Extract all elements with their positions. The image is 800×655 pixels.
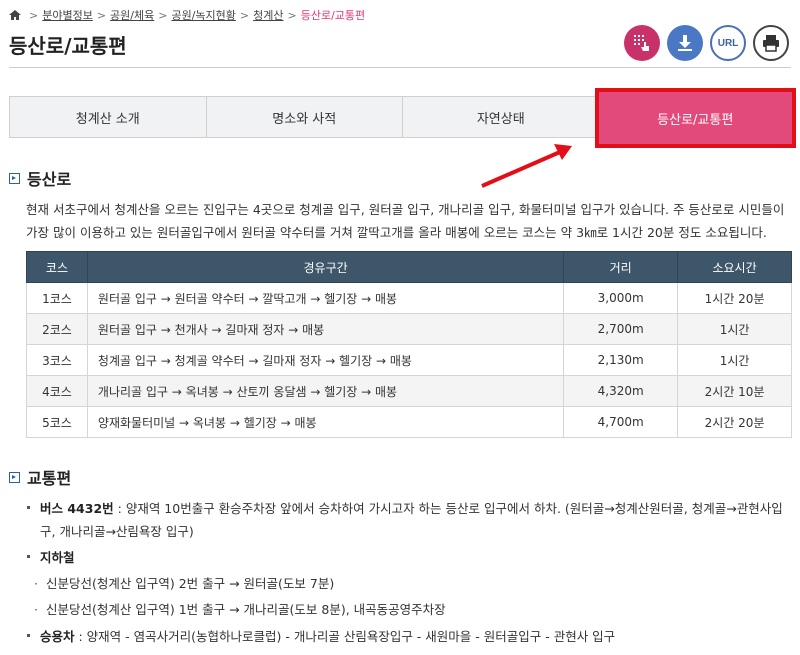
transit-list: 버스 4432번 : 양재역 10번출구 환승주차장 앞에서 승차하여 가시고자… (26, 497, 792, 648)
course-name: 2코스 (26, 313, 88, 345)
course-route: 개나리골 입구 → 옥녀봉 → 산토끼 옹달샘 → 헬기장 → 매봉 (86, 375, 565, 407)
breadcrumb-item[interactable]: 분야별정보 (42, 7, 93, 23)
transit-heading-text: 교통편 (27, 469, 72, 488)
course-route: 원터골 입구 → 천개사 → 길마재 정자 → 매봉 (86, 313, 565, 345)
trail-intro: 현재 서초구에서 청계산을 오르는 진입구는 4곳으로 청계골 입구, 원터골 … (26, 202, 785, 240)
trail-heading: 등산로 (9, 166, 71, 190)
course-duration: 1시간 20분 (677, 282, 792, 314)
car-label: 승용차 (40, 629, 75, 644)
course-route: 양재화물터미널 → 옥녀봉 → 헬기장 → 매봉 (86, 406, 565, 438)
red-arrow-annotation (481, 144, 572, 188)
subway-item: 지하철 (26, 546, 792, 569)
title-divider (9, 67, 791, 68)
trail-heading-text: 등산로 (27, 170, 72, 189)
course-duration: 1시간 (677, 344, 792, 376)
home-icon[interactable] (9, 10, 21, 20)
download-icon (678, 35, 692, 51)
course-duration: 2시간 20분 (677, 406, 792, 438)
print-button[interactable] (753, 25, 789, 61)
subway-route: 신분당선(청계산 입구역) 1번 출구 → 개나리골(도보 8분), 내곡동공영… (26, 597, 792, 623)
breadcrumb-item[interactable]: 공원/체육 (110, 7, 154, 23)
qr-code-button[interactable] (624, 25, 660, 61)
table-row: 4코스 개나리골 입구 → 옥녀봉 → 산토끼 옹달샘 → 헬기장 → 매봉 4… (26, 375, 792, 407)
breadcrumb: > 분야별정보 > 공원/체육 > 공원/녹지현황 > 청계산 > 등산로/교통… (9, 7, 365, 23)
course-name: 3코스 (26, 344, 88, 376)
qr-touch-icon (634, 35, 649, 51)
url-label: URL (717, 37, 739, 49)
url-copy-button[interactable]: URL (710, 25, 746, 61)
page-title: 등산로/교통편 (9, 34, 127, 58)
course-duration: 1시간 (677, 313, 792, 345)
tab-landmarks[interactable]: 명소와 사적 (207, 97, 403, 137)
course-table: 코스 경유구간 거리 소요시간 1코스 원터골 입구 → 원터골 약수터 → 깔… (26, 251, 792, 438)
breadcrumb-separator: > (96, 8, 107, 22)
tab-nature[interactable]: 자연상태 (403, 97, 600, 137)
course-distance: 3,000m (563, 282, 679, 314)
column-header: 소요시간 (677, 251, 792, 283)
course-name: 5코스 (26, 406, 88, 438)
course-route: 청계골 입구 → 청계골 약수터 → 길마재 정자 → 헬기장 → 매봉 (86, 344, 565, 376)
column-header: 거리 (563, 251, 679, 283)
subway-route: 신분당선(청계산 입구역) 2번 출구 → 원터골(도보 7분) (26, 571, 792, 597)
course-distance: 4,320m (563, 375, 679, 407)
subway-label: 지하철 (40, 550, 75, 565)
column-header: 코스 (26, 251, 88, 283)
car-text: : 양재역 - 염곡사거리(농협하나로클럽) - 개나리골 산림욕장입구 - 새… (74, 629, 616, 644)
car-item: 승용차 : 양재역 - 염곡사거리(농협하나로클럽) - 개나리골 산림욕장입구… (26, 625, 792, 648)
table-row: 5코스 양재화물터미널 → 옥녀봉 → 헬기장 → 매봉 4,700m 2시간 … (26, 406, 792, 438)
tab-intro[interactable]: 청계산 소개 (10, 97, 207, 137)
printer-icon (763, 35, 779, 52)
table-row: 1코스 원터골 입구 → 원터골 약수터 → 깔딱고개 → 헬기장 → 매봉 3… (26, 282, 792, 314)
transit-heading: 교통편 (9, 465, 71, 489)
course-name: 4코스 (26, 375, 88, 407)
column-header: 경유구간 (86, 251, 565, 283)
section-bullet-icon (9, 172, 20, 184)
course-distance: 2,130m (563, 344, 679, 376)
course-distance: 4,700m (563, 406, 679, 438)
breadcrumb-separator: > (158, 8, 168, 22)
breadcrumb-separator: > (287, 8, 297, 22)
toolbar: URL (624, 25, 789, 61)
bus-label: 버스 4432번 (40, 501, 114, 516)
breadcrumb-item[interactable]: 청계산 (253, 7, 283, 23)
table-header-row: 코스 경유구간 거리 소요시간 (26, 251, 792, 283)
breadcrumb-current: 등산로/교통편 (300, 9, 366, 22)
course-route: 원터골 입구 → 원터골 약수터 → 깔딱고개 → 헬기장 → 매봉 (86, 282, 565, 314)
breadcrumb-separator: > (29, 8, 39, 22)
download-button[interactable] (667, 25, 703, 61)
course-name: 1코스 (26, 282, 88, 314)
breadcrumb-item[interactable]: 공원/녹지현황 (171, 7, 235, 23)
tab-trails-transport[interactable]: 등산로/교통편 (594, 88, 796, 148)
course-duration: 2시간 10분 (677, 375, 792, 407)
course-distance: 2,700m (563, 313, 679, 345)
bus-item: 버스 4432번 : 양재역 10번출구 환승주차장 앞에서 승차하여 가시고자… (26, 497, 792, 543)
tab-bar: 청계산 소개 명소와 사적 자연상태 등산로/교통편 (9, 88, 796, 148)
table-row: 2코스 원터골 입구 → 천개사 → 길마재 정자 → 매봉 2,700m 1시… (26, 313, 792, 345)
section-bullet-icon (9, 471, 20, 483)
breadcrumb-separator: > (239, 8, 250, 22)
table-row: 3코스 청계골 입구 → 청계골 약수터 → 길마재 정자 → 헬기장 → 매봉… (26, 344, 792, 376)
bus-text: : 양재역 10번출구 환승주차장 앞에서 승차하여 가시고자 하는 등산로 입… (40, 501, 783, 539)
